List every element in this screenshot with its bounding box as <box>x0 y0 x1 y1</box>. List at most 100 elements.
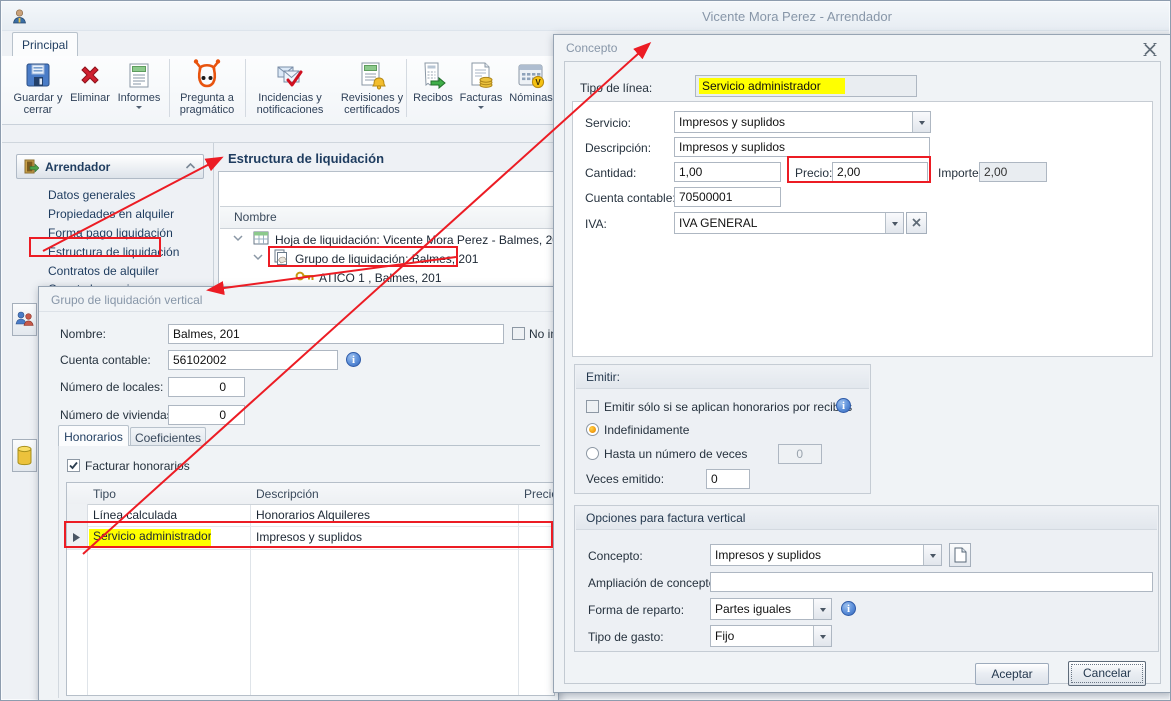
sidebar-item-propiedades[interactable]: Propiedades en alquiler <box>48 207 174 221</box>
concepto-combo[interactable]: Impresos y suplidos <box>710 544 942 566</box>
save-and-close-button[interactable]: Guardar y cerrar <box>9 58 67 122</box>
info-icon[interactable]: i <box>836 398 851 413</box>
titlebar: Vicente Mora Perez - Arrendador <box>2 2 1169 31</box>
facturar-honorarios-checkbox[interactable] <box>67 459 80 472</box>
svg-text:V: V <box>535 78 541 87</box>
column-header-descripcion[interactable]: Descripción <box>256 487 319 501</box>
numero-locales-label: Número de locales: <box>60 380 164 394</box>
tipo-linea-value: Servicio administrador <box>699 78 845 94</box>
database-icon <box>13 445 36 467</box>
window-title: Vicente Mora Perez - Arrendador <box>702 9 892 24</box>
cantidad-input[interactable]: 1,00 <box>674 162 781 182</box>
chevron-down-icon[interactable] <box>923 545 941 565</box>
new-concepto-button[interactable] <box>949 543 971 567</box>
importe-label: Importe: <box>938 166 983 180</box>
facturas-button[interactable]: Facturas <box>455 58 507 122</box>
database-panel-button[interactable] <box>12 439 37 472</box>
chevron-down-icon[interactable] <box>813 626 831 646</box>
tab-coeficientes[interactable]: Coeficientes <box>130 427 206 446</box>
cell-descripcion[interactable]: Impresos y suplidos <box>256 530 362 544</box>
chevron-down-icon[interactable] <box>233 234 243 242</box>
chevron-down-icon[interactable] <box>253 253 263 261</box>
ampliacion-input[interactable] <box>710 572 1153 592</box>
column-header-tipo[interactable]: Tipo <box>93 487 116 501</box>
aceptar-button[interactable]: Aceptar <box>975 663 1049 685</box>
concepto-label: Concepto: <box>588 549 643 563</box>
sidebar-item-datos-generales[interactable]: Datos generales <box>48 188 135 202</box>
doc-bell-icon <box>357 60 387 90</box>
sidebar-header-arrendador[interactable]: Arrendador <box>16 154 204 179</box>
tree-node-label[interactable]: Hoja de liquidación: Vicente Mora Perez … <box>275 233 566 247</box>
numero-viviendas-stepper[interactable]: 0 <box>168 405 245 425</box>
table-row[interactable]: Servicio administrador Impresos y suplid… <box>67 526 554 550</box>
servicio-value: Impresos y suplidos <box>679 115 786 129</box>
chevron-up-icon[interactable] <box>185 162 196 170</box>
key-icon <box>295 270 315 282</box>
veces-emitido-label: Veces emitido: <box>586 472 665 486</box>
user-icon <box>11 8 28 25</box>
tipo-gasto-label: Tipo de gasto: <box>588 630 664 644</box>
cuenta-contable-input[interactable]: 70500001 <box>674 187 781 207</box>
cancelar-button[interactable]: Cancelar <box>1068 661 1146 686</box>
cuenta-contable-input[interactable]: 56102002 <box>168 350 338 370</box>
importe-field: 2,00 <box>979 162 1047 182</box>
incidencias-button[interactable]: Incidencias y notificaciones <box>248 58 332 122</box>
page-title: Estructura de liquidación <box>228 151 385 166</box>
cell-tipo[interactable]: Servicio administrador <box>89 529 211 546</box>
pregunta-pragmatico-button[interactable]: Pregunta a pragmático <box>173 58 241 122</box>
row-selector[interactable] <box>67 526 88 549</box>
emitir-solo-checkbox[interactable] <box>586 400 599 413</box>
tree-node-label[interactable]: Grupo de liquidación: Balmes, 201 <box>295 252 478 266</box>
chevron-down-icon <box>136 106 142 112</box>
iva-combo[interactable]: IVA GENERAL <box>674 212 904 234</box>
people-panel-button[interactable] <box>12 303 37 336</box>
facturar-honorarios-label: Facturar honorarios <box>85 459 190 473</box>
tab-honorarios[interactable]: Honorarios <box>58 425 129 446</box>
precio-input[interactable]: 2,00 <box>832 162 928 182</box>
chevron-down-icon <box>478 106 484 112</box>
sheet-icon <box>253 231 269 245</box>
chevron-down-icon[interactable] <box>885 213 903 233</box>
tab-principal[interactable]: Principal <box>12 32 78 56</box>
row-selector[interactable] <box>67 504 88 526</box>
tipo-gasto-combo[interactable]: Fijo <box>710 625 832 647</box>
recibos-button[interactable]: Recibos <box>409 58 457 122</box>
no-incluir-checkbox[interactable] <box>512 327 525 340</box>
tree-node-label[interactable]: ATICO 1 , Balmes, 201 <box>319 271 442 285</box>
indefinidamente-label: Indefinidamente <box>604 423 690 437</box>
forma-reparto-combo[interactable]: Partes iguales <box>710 598 832 620</box>
ampliacion-label: Ampliación de concepto: <box>588 576 719 590</box>
ribbon-separator <box>406 59 407 117</box>
sidebar-item-forma-pago[interactable]: Forma pago liquidación <box>48 226 173 240</box>
cell-tipo[interactable]: Línea calculada <box>93 508 177 522</box>
button-label: Revisiones y certificados <box>340 92 404 116</box>
nominas-button[interactable]: V Nóminas <box>505 58 557 122</box>
close-icon[interactable] <box>1143 43 1157 56</box>
delete-button[interactable]: Eliminar <box>67 58 113 122</box>
info-icon[interactable]: i <box>841 601 856 616</box>
table-row[interactable]: Línea calculada Honorarios Alquileres <box>67 504 554 527</box>
informes-button[interactable]: Informes <box>113 58 165 122</box>
descripcion-input[interactable]: Impresos y suplidos <box>674 137 930 157</box>
servicio-combo[interactable]: Impresos y suplidos <box>674 111 931 133</box>
sidebar-item-contratos[interactable]: Contratos de alquiler <box>48 264 159 278</box>
revisiones-button[interactable]: Revisiones y certificados <box>332 58 412 122</box>
honorarios-grid: Tipo Descripción Precio Línea calculada … <box>66 482 558 696</box>
chevron-down-icon[interactable] <box>912 112 930 132</box>
veces-emitido-input[interactable]: 0 <box>706 469 750 489</box>
invoice-coins-icon <box>466 60 496 90</box>
hasta-numero-radio[interactable] <box>586 447 599 460</box>
tipo-gasto-value: Fijo <box>715 629 735 643</box>
emitir-groupbox: Emitir: Emitir sólo si se aplican honora… <box>574 364 871 494</box>
sidebar-item-estructura[interactable]: Estructura de liquidación <box>48 245 179 259</box>
hasta-numero-label: Hasta un número de veces <box>604 447 748 461</box>
nombre-input[interactable]: Balmes, 201 <box>168 324 504 344</box>
iva-clear-button[interactable] <box>906 212 927 234</box>
cell-descripcion[interactable]: Honorarios Alquileres <box>256 508 370 522</box>
indefinidamente-radio[interactable] <box>586 423 599 436</box>
iva-value: IVA GENERAL <box>679 216 758 230</box>
report-icon <box>124 60 154 90</box>
chevron-down-icon[interactable] <box>813 599 831 619</box>
numero-locales-stepper[interactable]: 0 <box>168 377 245 397</box>
info-icon[interactable]: i <box>346 352 361 367</box>
